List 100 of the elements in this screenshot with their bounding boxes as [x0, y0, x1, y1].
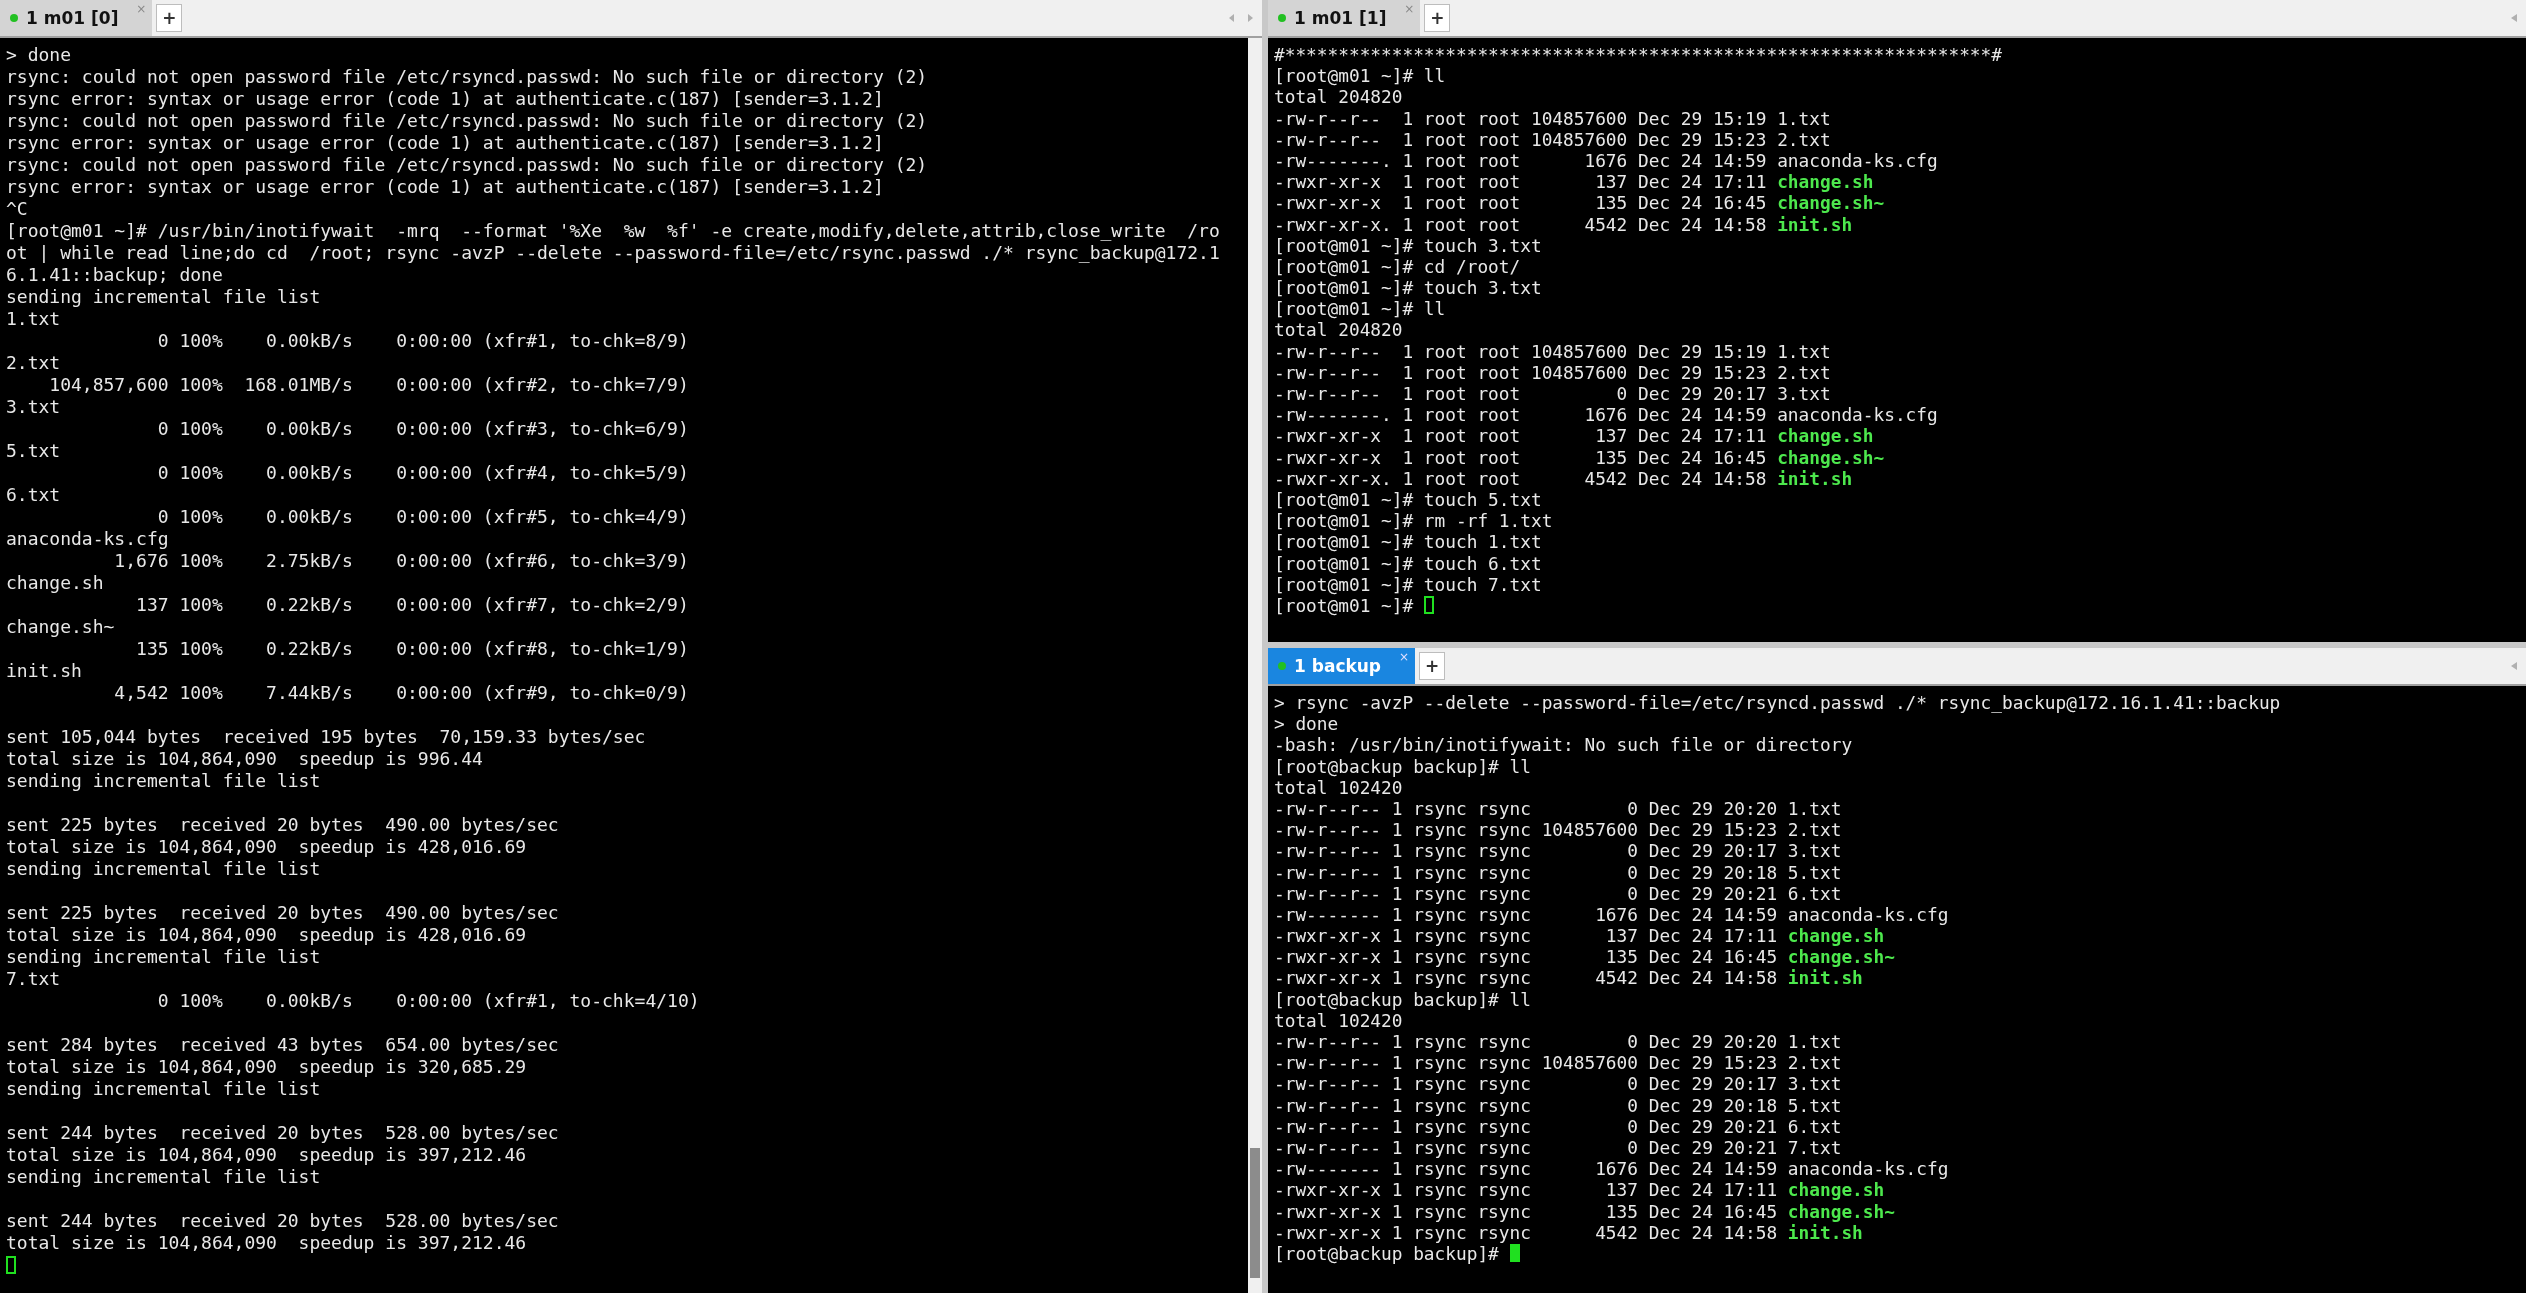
terminal-line: -rwxr-xr-x 1 rsync rsync 137 Dec 24 17:11 change.sh [1274, 1179, 1885, 1201]
terminal-line: -rwxr-xr-x 1 rsync rsync 4542 Dec 24 14:58 init.sh [1274, 967, 1863, 989]
terminal-line: 6.1.41::backup; done [6, 264, 223, 286]
terminal-line: [root@m01 ~]# ll [1274, 65, 1446, 87]
terminal-line: rsync: could not open password file /etc/rsyncd.passwd: No such file or directory (2) [6, 110, 928, 132]
terminal-line: 0 100% 0.00kB/s 0:00:00 (xfr#4, to-chk=5/9) [156, 462, 689, 484]
terminal-line: [root@backup backup]# [1274, 1242, 1499, 1265]
terminal-line: total size is 104,864,090 speedup is 428,016.69 [6, 924, 527, 946]
terminal-line: sending incremental file list [6, 1078, 321, 1100]
terminal-line: -rw-r--r-- 1 rsync rsync 0 Dec 29 20:17 3.txt [1274, 1073, 1842, 1095]
tab[interactable]: 1 backup × [1268, 648, 1416, 684]
new-tab-button[interactable]: + [1419, 652, 1446, 680]
terminal-line: 6.txt [6, 484, 61, 506]
scrollbar[interactable] [1248, 38, 1262, 1293]
terminal-line: 7.txt [6, 968, 61, 990]
terminal-line: init.sh [6, 660, 82, 682]
terminal-line: 137 100% 0.22kB/s 0:00:00 (xfr#7, to-chk=2/9) [135, 594, 689, 616]
status-dot-icon [1278, 662, 1286, 670]
terminal-line: sending incremental file list [6, 770, 321, 792]
terminal-line: -rw-------. 1 root root 1676 Dec 24 14:59 anaconda-ks.cfg [1274, 149, 1938, 172]
terminal-line: sent 105,044 bytes received 195 bytes 70,159.33 bytes/sec [6, 726, 646, 748]
terminal-line: change.sh [6, 572, 104, 594]
terminal-line: ot | while read line;do cd /root; rsync -avzP --delete --password-file=/etc/rsync.passwd ./* rsync_backup@172.1 [6, 242, 1220, 264]
terminal-line: -rw-r--r-- 1 rsync rsync 0 Dec 29 20:21 6.txt [1274, 1115, 1842, 1137]
terminal-line: sending incremental file list [6, 1166, 321, 1188]
terminal-line: [root@m01 ~]# touch 7.txt [1274, 573, 1542, 595]
terminal-line: [root@backup backup]# ll [1274, 988, 1531, 1010]
scrollbar-thumb[interactable] [1250, 1148, 1260, 1278]
terminal-line: 0 100% 0.00kB/s 0:00:00 (xfr#1, to-chk=8/9) [156, 330, 689, 352]
terminal-line: -rwxr-xr-x 1 rsync rsync 137 Dec 24 17:11 change.sh [1274, 925, 1885, 947]
terminal-line: -rwxr-xr-x. 1 root root 4542 Dec 24 14:58 init.sh [1274, 467, 1853, 489]
terminal-line: [root@backup backup]# ll [1274, 755, 1531, 777]
terminal-line: 1,676 100% 2.75kB/s 0:00:00 (xfr#6, to-chk=3/9) [113, 550, 689, 572]
terminal-line: -rwxr-xr-x. 1 root root 4542 Dec 24 14:58 init.sh [1274, 213, 1853, 235]
terminal-line: -rw-r--r-- 1 root root 0 Dec 29 20:17 3.txt [1274, 383, 1831, 405]
terminal-line: 1.txt [6, 308, 61, 330]
terminal-line: -rw-r--r-- 1 root root 104857600 Dec 29 15:19 1.txt [1274, 340, 1831, 362]
terminal-line: -rw-r--r-- 1 root root 104857600 Dec 29 15:23 2.txt [1274, 361, 1831, 383]
terminal-line: -rwxr-xr-x 1 root root 137 Dec 24 17:11 change.sh [1274, 425, 1874, 447]
terminal-line: -rw-r--r-- 1 rsync rsync 0 Dec 29 20:21 7.txt [1274, 1136, 1842, 1159]
terminal-line: 3.txt [6, 396, 61, 418]
terminal-line: sent 284 bytes received 43 bytes 654.00 bytes/sec [6, 1034, 559, 1056]
terminal-line: sent 225 bytes received 20 bytes 490.00 bytes/sec [6, 902, 559, 924]
terminal-line: -rw------- 1 rsync rsync 1676 Dec 24 14:59 anaconda-ks.cfg [1274, 903, 1949, 926]
tab[interactable]: 1 m01 [0] × [0, 0, 153, 36]
terminal-line: 104,857,600 100% 168.01MB/s 0:00:00 (xfr#2, to-chk=7/9) [48, 374, 689, 396]
terminal-line: total size is 104,864,090 speedup is 397,212.46 [6, 1232, 527, 1254]
terminal-line: total size is 104,864,090 speedup is 320,685.29 [6, 1056, 527, 1078]
terminal-line: -rwxr-xr-x 1 rsync rsync 135 Dec 24 16:45 change.sh~ [1274, 946, 1895, 968]
terminal-line: -rw-r--r-- 1 rsync rsync 0 Dec 29 20:21 6.txt [1274, 882, 1842, 904]
terminal-line: sending incremental file list [6, 286, 321, 308]
terminal-line: sent 244 bytes received 20 bytes 528.00 bytes/sec [6, 1210, 559, 1232]
terminal-line: total 102420 [1274, 1009, 1403, 1031]
terminal-line: -rwxr-xr-x 1 rsync rsync 135 Dec 24 16:45 change.sh~ [1274, 1200, 1895, 1222]
terminal-line: -rwxr-xr-x 1 root root 135 Dec 24 16:45 change.sh~ [1274, 192, 1885, 214]
terminal-line: -rw-r--r-- 1 rsync rsync 104857600 Dec 29 15:23 2.txt [1274, 819, 1842, 841]
terminal-line: [root@m01 ~]# touch 5.txt [1274, 488, 1542, 511]
terminal-line: sending incremental file list [6, 946, 321, 968]
terminal-line: 5.txt [6, 440, 61, 462]
terminal-line: 0 100% 0.00kB/s 0:00:00 (xfr#5, to-chk=4/9) [156, 506, 689, 528]
terminal-line: 135 100% 0.22kB/s 0:00:00 (xfr#8, to-chk=1/9) [135, 638, 689, 660]
new-tab-button[interactable]: + [1424, 4, 1451, 32]
terminal-line: 0 100% 0.00kB/s 0:00:00 (xfr#1, to-chk=4/10) [156, 990, 700, 1012]
terminal-line: [root@m01 ~]# touch 3.txt [1274, 277, 1542, 299]
terminal-line: total 204820 [1274, 319, 1403, 341]
status-dot-icon [1278, 14, 1286, 22]
terminal-line: rsync: could not open password file /etc/rsyncd.passwd: No such file or directory (2) [6, 66, 928, 88]
terminal-line: -rw-r--r-- 1 root root 104857600 Dec 29 15:19 1.txt [1274, 107, 1831, 129]
terminal-line: change.sh~ [6, 616, 115, 638]
new-tab-button[interactable]: + [156, 4, 183, 32]
terminal-line: -rw-------. 1 root root 1676 Dec 24 14:59 anaconda-ks.cfg [1274, 404, 1938, 426]
terminal-line: [root@m01 ~]# touch 6.txt [1274, 552, 1542, 574]
scroll-left-icon[interactable] [2510, 13, 2518, 23]
terminal-line: rsync: could not open password file /etc/rsyncd.passwd: No such file or directory (2) [6, 154, 928, 176]
terminal-line: 0 100% 0.00kB/s 0:00:00 (xfr#3, to-chk=6/9) [156, 418, 689, 440]
terminal-line: -rw-r--r-- 1 root root 104857600 Dec 29 15:23 2.txt [1274, 128, 1831, 150]
terminal-line: -rw-r--r-- 1 rsync rsync 0 Dec 29 20:17 3.txt [1274, 840, 1842, 862]
terminal-line: 2.txt [6, 352, 61, 374]
terminal-line: total size is 104,864,090 speedup is 397,212.46 [6, 1144, 527, 1166]
terminal-line: -bash: /usr/bin/inotifywait: No such file or directory [1274, 734, 1853, 756]
terminal-line: rsync error: syntax or usage error (code 1) at authenticate.c(187) [sender=3.1.2] [6, 176, 884, 198]
terminal-line: rsync error: syntax or usage error (code 1) at authenticate.c(187) [sender=3.1.2] [6, 88, 884, 110]
terminal-line: [root@m01 ~]# touch 3.txt [1274, 234, 1542, 256]
terminal-line: -rw-r--r-- 1 rsync rsync 0 Dec 29 20:18 5.txt [1274, 1094, 1842, 1116]
scroll-left-icon[interactable] [2510, 661, 2518, 671]
terminal-line: -rw-r--r-- 1 rsync rsync 0 Dec 29 20:18 5.txt [1274, 861, 1842, 883]
terminal-line: -rwxr-xr-x 1 root root 137 Dec 24 17:11 change.sh [1274, 171, 1874, 193]
tab[interactable]: 1 m01 [1] × [1268, 0, 1421, 36]
status-dot-icon [10, 14, 18, 22]
terminal-line: sent 244 bytes received 20 bytes 528.00 bytes/sec [6, 1122, 559, 1144]
terminal-line: 4,542 100% 7.44kB/s 0:00:00 (xfr#9, to-chk=0/9) [113, 682, 689, 704]
terminal-line: -rwxr-xr-x 1 rsync rsync 4542 Dec 24 14:58 init.sh [1274, 1221, 1863, 1243]
terminal-line: total size is 104,864,090 speedup is 428,016.69 [6, 836, 527, 858]
terminal-line: [root@m01 ~]# /usr/bin/inotifywait -mrq --format '%Xe %w %f' -e create,modify,delete,attrib,close_write /ro [6, 220, 1220, 242]
terminal-line: #******************************************************************# [1274, 44, 2002, 66]
terminal-line: rsync error: syntax or usage error (code 1) at authenticate.c(187) [sender=3.1.2] [6, 132, 884, 154]
scroll-arrows-icon[interactable] [1228, 13, 1254, 23]
terminal-line: anaconda-ks.cfg [6, 528, 169, 550]
terminal-line: total size is 104,864,090 speedup is 996.44 [6, 748, 483, 770]
terminal-line: -rw-r--r-- 1 rsync rsync 0 Dec 29 20:20 1.txt [1274, 1031, 1842, 1053]
